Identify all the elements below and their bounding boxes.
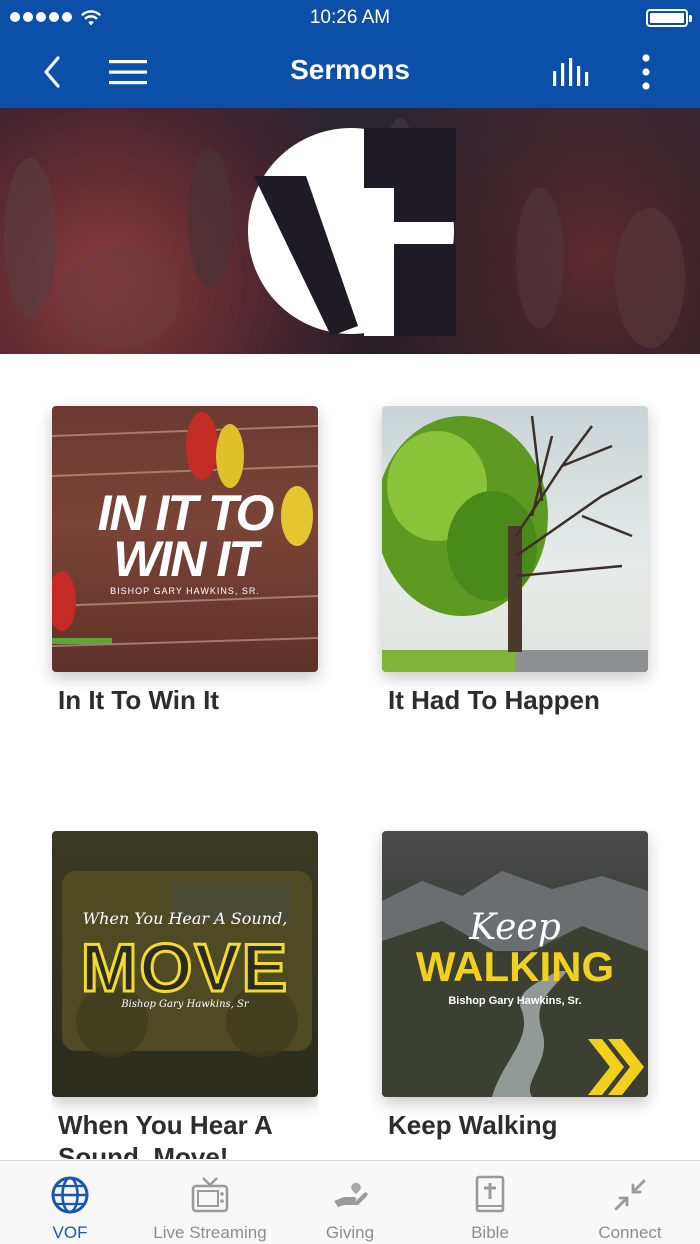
sermon-title[interactable]: It Had To Happen	[388, 684, 678, 716]
tab-label: Giving	[325, 1223, 375, 1242]
sermon-artwork: IN IT TO WIN IT BISHOP GARY HAWKINS, SR.	[52, 406, 318, 672]
sermon-card-keep-walking[interactable]: Keep WALKING Bishop Gary Hawkins, Sr. Ke…	[382, 831, 648, 1159]
artwork-credit: BISHOP GARY HAWKINS, SR.	[110, 586, 260, 596]
sermon-artwork: When You Hear A Sound, MOVE Bishop Gary …	[52, 831, 318, 1097]
artwork-credit: Bishop Gary Hawkins, Sr	[121, 999, 249, 1010]
connect-arrows-icon	[614, 1179, 646, 1211]
tab-connect[interactable]: Connect	[560, 1161, 700, 1244]
tab-label: Bible	[471, 1223, 509, 1242]
artwork-main-text: WALKING	[415, 943, 615, 990]
audio-bars-icon	[553, 58, 589, 86]
battery-icon	[646, 9, 692, 27]
sermon-artwork	[382, 406, 648, 672]
bottom-tab-bar: VOF Live Streaming Giving Bible Connect	[0, 1160, 700, 1244]
sermon-card-in-it-to-win-it[interactable]: IN IT TO WIN IT BISHOP GARY HAWKINS, SR.…	[52, 406, 318, 726]
tab-giving[interactable]: Giving	[280, 1161, 420, 1244]
sermon-card-when-you-hear-a-sound-move[interactable]: When You Hear A Sound, MOVE Bishop Gary …	[52, 831, 318, 1159]
status-time: 10:26 AM	[309, 7, 391, 28]
tv-icon	[191, 1177, 229, 1213]
tab-bible[interactable]: Bible	[420, 1161, 560, 1244]
giving-hand-icon	[334, 1182, 368, 1207]
sermon-artwork: Keep WALKING Bishop Gary Hawkins, Sr.	[382, 831, 648, 1097]
half-green-half-bare-tree-image	[382, 415, 648, 672]
page-title: Sermons	[290, 54, 410, 85]
sermon-title[interactable]: Keep Walking	[388, 1109, 678, 1141]
tab-label: Live Streaming	[153, 1223, 267, 1242]
sermon-title[interactable]: In It To Win It	[58, 684, 348, 716]
globe-icon	[51, 1176, 89, 1214]
more-options-button[interactable]	[624, 50, 668, 94]
tab-live-streaming[interactable]: Live Streaming	[140, 1161, 280, 1244]
artwork-main-text: MOVE	[79, 929, 290, 1008]
vof-logo	[248, 128, 456, 336]
tab-vof[interactable]: VOF	[0, 1161, 140, 1244]
nav-bar: Sermons	[0, 36, 700, 108]
artwork-credit: Bishop Gary Hawkins, Sr.	[448, 995, 582, 1007]
sermon-title[interactable]: When You Hear A Sound, Move!	[58, 1109, 318, 1159]
audio-player-button[interactable]	[550, 50, 594, 94]
tab-label: VOF	[52, 1223, 88, 1242]
status-bar: 10:26 AM	[0, 0, 700, 36]
tab-label: Connect	[598, 1223, 662, 1242]
sermon-card-it-had-to-happen[interactable]: It Had To Happen	[382, 406, 648, 726]
artwork-script-text: Keep	[469, 907, 561, 948]
artwork-script-text: When You Hear A Sound,	[82, 909, 288, 928]
church-banner	[0, 108, 700, 354]
more-vertical-icon	[642, 54, 650, 90]
artwork-title-line1: IN IT TO	[97, 485, 275, 541]
bible-icon	[475, 1175, 505, 1213]
artwork-title-line2: WIN IT	[113, 531, 259, 587]
